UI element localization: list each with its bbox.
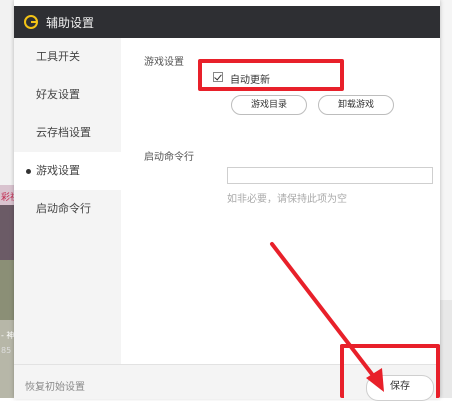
red-arrow-icon bbox=[270, 242, 384, 392]
